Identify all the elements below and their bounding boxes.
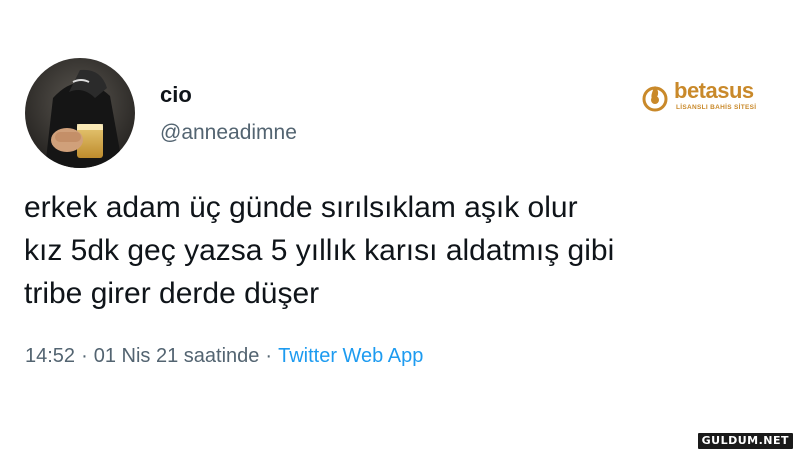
tweet-line: kız 5dk geç yazsa 5 yıllık karısı aldatm… (24, 234, 615, 267)
sponsor-logo: betasus LİSANSLI BAHİS SİTESİ (640, 80, 772, 116)
tweet-source-link[interactable]: Twitter Web App (278, 345, 423, 367)
site-watermark: GULDUM.NET (696, 432, 794, 450)
tweet-line: tribe girer derde düşer (24, 277, 320, 310)
meta-separator: · (81, 345, 88, 367)
username-handle[interactable]: @anneadimne (160, 121, 297, 145)
tweet-text: erkek adam üç günde sırılsıklam aşık olu… (24, 186, 784, 315)
sponsor-name: betasus (674, 78, 754, 103)
tweet-meta: 14:52 · 01 Nis 21 saatinde · Twitter Web App (25, 345, 423, 368)
meta-separator: · (265, 345, 273, 367)
avatar[interactable] (25, 58, 135, 168)
tweet-time[interactable]: 14:52 (25, 345, 75, 367)
flame-icon (642, 86, 668, 112)
avatar-photo (25, 58, 135, 168)
tweet-date[interactable]: 01 Nis 21 saatinde (94, 345, 260, 367)
sponsor-tagline: LİSANSLI BAHİS SİTESİ (676, 104, 757, 111)
display-name[interactable]: cio (160, 82, 192, 108)
tweet-line: erkek adam üç günde sırılsıklam aşık olu… (24, 191, 578, 224)
